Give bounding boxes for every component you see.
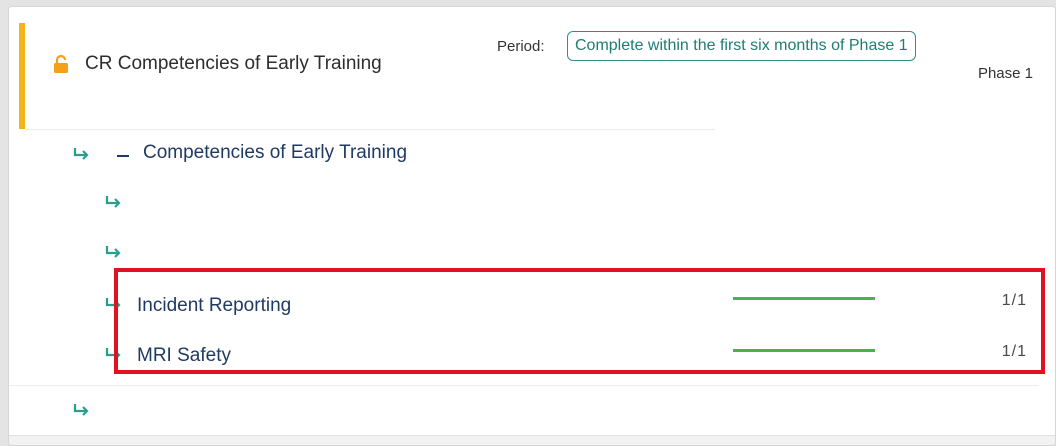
lock-open-icon (54, 55, 68, 73)
collapse-minus-icon[interactable] (117, 155, 129, 157)
row-divider (9, 385, 1039, 386)
subitem-arrow-icon (73, 404, 89, 416)
competency-card: CR Competencies of Early Training Period… (8, 6, 1056, 446)
period-value: Complete within the first six months of … (567, 31, 916, 61)
period-label: Period: (497, 38, 545, 55)
card-header: CR Competencies of Early Training Period… (9, 7, 1055, 129)
phase-label: Phase 1 (977, 65, 1033, 82)
highlight-box (114, 268, 1045, 374)
card-footer (9, 435, 1055, 445)
accent-bar (19, 23, 25, 129)
header-divider (25, 129, 715, 130)
subitem-arrow-icon (105, 196, 121, 208)
subitem-arrow-icon (105, 246, 121, 258)
subitem-arrow-icon (73, 148, 89, 160)
card-title: CR Competencies of Early Training (85, 53, 382, 74)
group-title[interactable]: Competencies of Early Training (143, 142, 407, 164)
